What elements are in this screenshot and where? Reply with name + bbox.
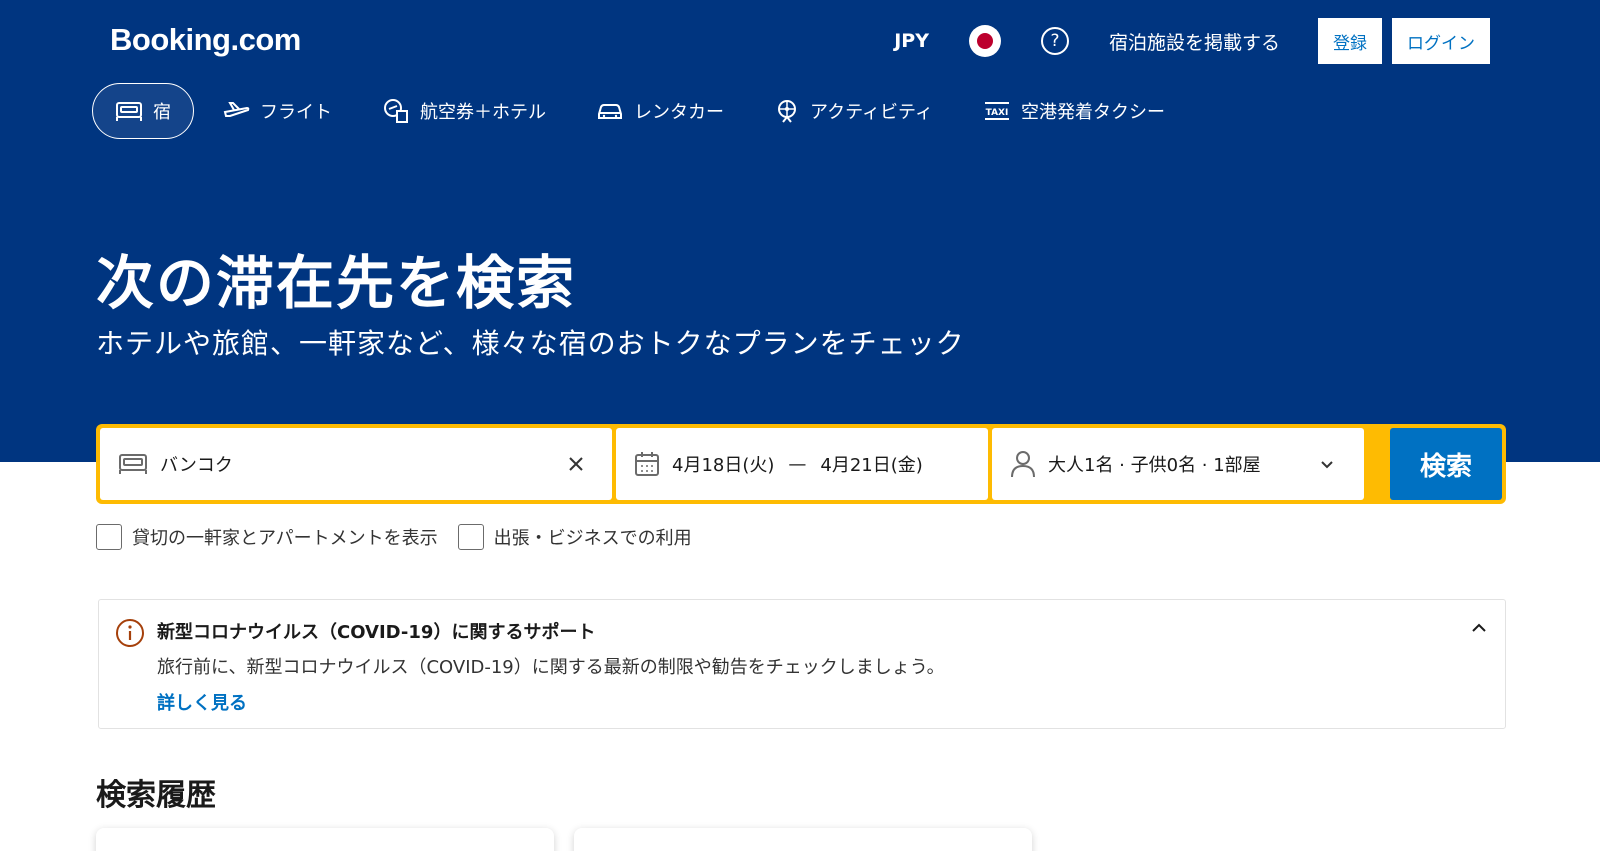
plane-icon	[223, 102, 250, 117]
tab-airport-taxis[interactable]: TAXI 空港発着タクシー	[961, 83, 1187, 139]
tab-label: アクティビティ	[810, 102, 933, 123]
bed-icon	[116, 102, 142, 121]
search-bar: バンコク 4月18日(火) — 4月21日(金) 大人1名 · 子供0名 · 1…	[96, 424, 1506, 504]
checkbox-box[interactable]	[96, 524, 122, 550]
flight-hotel-icon	[384, 99, 408, 123]
car-icon	[598, 104, 622, 119]
bed-icon	[119, 454, 147, 474]
notice-title: 新型コロナウイルス（COVID-19）に関するサポート	[157, 622, 596, 643]
notice-text: 旅行前に、新型コロナウイルス（COVID-19）に関する最新の制限や勧告をチェッ…	[157, 657, 945, 678]
person-icon	[1011, 451, 1035, 478]
tab-car-rentals[interactable]: レンタカー	[574, 83, 746, 139]
attractions-icon	[778, 100, 796, 123]
login-button[interactable]: ログイン	[1392, 18, 1490, 64]
tab-stays[interactable]: 宿	[92, 83, 194, 139]
tab-flight-hotel[interactable]: 航空券＋ホテル	[360, 83, 568, 139]
date-field[interactable]: 4月18日(火) — 4月21日(金)	[616, 428, 988, 500]
close-icon[interactable]	[568, 456, 584, 472]
tab-label: 宿	[153, 102, 171, 123]
tab-attractions[interactable]: アクティビティ	[752, 83, 955, 139]
search-history-title: 検索履歴	[96, 778, 216, 813]
tab-label: 航空券＋ホテル	[420, 102, 546, 123]
checkin-date[interactable]: 4月18日(火)	[672, 451, 774, 477]
date-separator: —	[788, 453, 807, 475]
chevron-up-icon[interactable]	[1471, 622, 1487, 634]
checkbox-box[interactable]	[457, 524, 484, 550]
taxi-icon: TAXI	[984, 102, 1009, 120]
register-button[interactable]: 登録	[1318, 18, 1382, 64]
destination-input[interactable]: バンコク	[160, 451, 568, 477]
notice-learn-more-link[interactable]: 詳しく見る	[157, 689, 247, 715]
search-button[interactable]: 検索	[1390, 428, 1502, 500]
japan-flag-icon[interactable]	[968, 25, 1001, 57]
svg-text:TAXI: TAXI	[986, 108, 1009, 118]
checkbox-label: 貸切の一軒家とアパートメントを表示	[132, 528, 438, 549]
calendar-icon	[635, 452, 659, 476]
covid-notice: 新型コロナウイルス（COVID-19）に関するサポート 旅行前に、新型コロナウイ…	[98, 599, 1506, 729]
help-icon[interactable]: ?	[1040, 27, 1069, 55]
booking-logo[interactable]: Booking.com	[110, 22, 301, 58]
checkbox-label: 出張・ビジネスでの利用	[493, 528, 692, 549]
info-icon	[116, 619, 144, 647]
list-property-link[interactable]: 宿泊施設を掲載する	[1109, 28, 1280, 55]
tab-label: 空港発着タクシー	[1020, 102, 1165, 123]
tab-flights[interactable]: フライト	[200, 83, 354, 139]
checkout-date[interactable]: 4月21日(金)	[820, 451, 922, 477]
checkbox-homes-apartments[interactable]: 貸切の一軒家とアパートメントを表示	[96, 524, 438, 550]
tab-label: レンタカー	[634, 102, 724, 123]
checkbox-business-travel[interactable]: 出張・ビジネスでの利用	[457, 524, 692, 550]
hero-banner	[0, 0, 1600, 462]
history-card[interactable]	[96, 828, 554, 851]
hero-title: 次の滞在先を検索	[96, 249, 577, 317]
chevron-down-icon[interactable]	[1320, 459, 1334, 469]
currency-selector[interactable]: JPY	[894, 30, 929, 52]
guests-value[interactable]: 大人1名 · 子供0名 · 1部屋	[1048, 451, 1320, 477]
destination-field[interactable]: バンコク	[100, 428, 612, 500]
history-card[interactable]	[574, 828, 1032, 851]
search-options: 貸切の一軒家とアパートメントを表示 出張・ビジネスでの利用	[96, 524, 712, 550]
hero-subtitle: ホテルや旅館、一軒家など、様々な宿のおトクなプランをチェック	[96, 327, 965, 360]
tab-label: フライト	[260, 102, 332, 123]
guests-field[interactable]: 大人1名 · 子供0名 · 1部屋	[992, 428, 1364, 500]
category-tabs: 宿 フライト 航空券＋ホテル レンタカー アクティビティ TAXI 空港発着タク…	[92, 83, 1193, 139]
top-navigation: JPY ? 宿泊施設を掲載する 登録 ログイン	[894, 18, 1490, 64]
